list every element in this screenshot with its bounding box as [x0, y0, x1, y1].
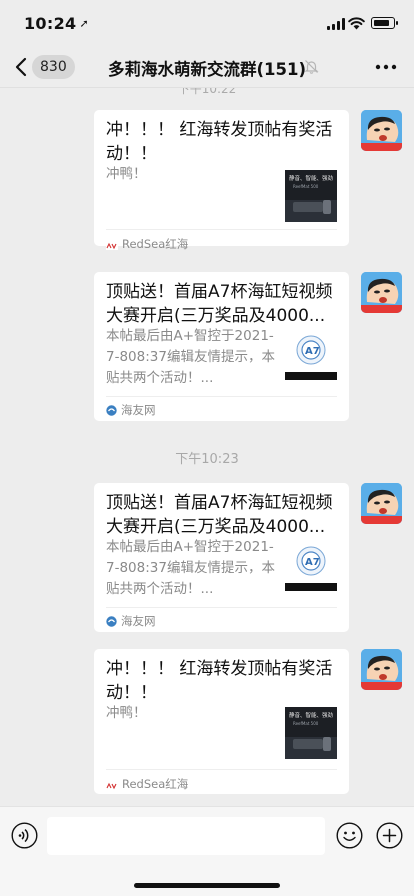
back-arrow-icon[interactable] — [14, 56, 28, 78]
link-card[interactable]: 冲！！！ 红海转发顶帖有奖活动！！ 冲鸭！ 静音、智能、强劲 ReefMat 5… — [94, 649, 349, 794]
card-source: RedSea红海 — [106, 236, 188, 252]
haiyou-logo-icon — [106, 616, 117, 627]
redsea-logo-icon — [106, 242, 118, 250]
cartoon-avatar-icon — [361, 272, 402, 313]
card-description: 冲鸭！ — [106, 166, 147, 182]
card-thumbnail: 静音、智能、强劲 ReefMat 500 — [285, 707, 337, 759]
card-source-label: RedSea红海 — [122, 777, 189, 791]
link-card[interactable]: 顶贴送！首届A7杯海缸短视频大赛开启(三万奖品及4000... 本帖最后由A+智… — [94, 483, 349, 632]
wifi-icon — [348, 17, 365, 30]
thumb-subcaption: ReefMat 500 — [293, 721, 319, 726]
cartoon-avatar-icon — [361, 110, 402, 151]
haiyou-logo-icon — [106, 405, 117, 416]
chat-title: 多莉海水萌新交流群(151) — [108, 60, 307, 79]
card-title: 冲！！！ 红海转发顶帖有奖活动！！ — [106, 659, 333, 703]
status-time: 10:24 ➚ — [24, 14, 89, 33]
link-card[interactable]: 冲！！！ 红海转发顶帖有奖活动！！ 冲鸭！ 静音、智能、强劲 ReefMat 5… — [94, 110, 349, 251]
cartoon-avatar-icon — [361, 649, 402, 690]
card-source: 海友网 — [106, 613, 156, 629]
message-input-bar — [0, 806, 414, 896]
chat-header: 830 多莉海水萌新交流群(151) — [0, 46, 414, 88]
cartoon-avatar-icon — [361, 483, 402, 524]
card-source: RedSea红海 — [106, 776, 188, 792]
emoji-icon[interactable] — [336, 822, 363, 849]
card-source-label: 海友网 — [121, 403, 156, 417]
time-divider: 下午10:23 — [175, 452, 239, 467]
card-title: 顶贴送！首届A7杯海缸短视频大赛开启(三万奖品及4000... — [106, 282, 333, 326]
unread-count-badge[interactable]: 830 — [32, 55, 75, 79]
thumb-caption: 静音、智能、强劲 — [289, 174, 334, 182]
card-source: 海友网 — [106, 402, 156, 418]
card-divider — [106, 607, 337, 608]
avatar[interactable] — [361, 110, 402, 151]
card-thumbnail: A7 — [285, 328, 337, 380]
card-divider — [106, 229, 337, 230]
status-bar: 10:24 ➚ — [0, 0, 414, 46]
avatar[interactable] — [361, 649, 402, 690]
card-thumbnail: 静音、智能、强劲 ReefMat 500 — [285, 170, 337, 222]
more-dots-icon[interactable] — [374, 58, 398, 76]
card-description: 本帖最后由A+智控于2021-7-808:37编辑友情提示，本贴共两个活动！..… — [106, 328, 275, 386]
voice-input-icon[interactable] — [11, 822, 38, 849]
thumb-subcaption: ReefMat 500 — [293, 184, 319, 189]
card-source-label: 海友网 — [121, 614, 156, 628]
avatar[interactable] — [361, 483, 402, 524]
avatar[interactable] — [361, 272, 402, 313]
thumb-caption: A7 — [305, 346, 320, 357]
link-card[interactable]: 顶贴送！首届A7杯海缸短视频大赛开启(三万奖品及4000... 本帖最后由A+智… — [94, 272, 349, 421]
redsea-logo-icon — [106, 782, 118, 790]
card-description: 冲鸭！ — [106, 705, 147, 721]
location-arrow-icon: ➚ — [79, 17, 89, 30]
battery-icon — [371, 17, 398, 29]
plus-icon[interactable] — [376, 822, 403, 849]
cellular-signal-icon — [327, 18, 345, 30]
chat-message-list[interactable]: 冲！！！ 红海转发顶帖有奖活动！！ 冲鸭！ 静音、智能、强劲 ReefMat 5… — [0, 88, 414, 806]
home-indicator — [134, 883, 280, 888]
card-title: 冲！！！ 红海转发顶帖有奖活动！！ — [106, 120, 333, 164]
card-source-label: RedSea红海 — [122, 237, 189, 251]
card-thumbnail: A7 — [285, 539, 337, 591]
card-title: 顶贴送！首届A7杯海缸短视频大赛开启(三万奖品及4000... — [106, 493, 333, 537]
card-divider — [106, 769, 337, 770]
card-divider — [106, 396, 337, 397]
thumb-caption: 静音、智能、强劲 — [289, 711, 334, 719]
bell-off-icon — [304, 60, 319, 74]
clock-text: 10:24 — [24, 14, 77, 33]
message-input[interactable] — [47, 817, 325, 855]
thumb-caption: A7 — [305, 557, 320, 568]
card-description: 本帖最后由A+智控于2021-7-808:37编辑友情提示，本贴共两个活动！..… — [106, 539, 275, 597]
